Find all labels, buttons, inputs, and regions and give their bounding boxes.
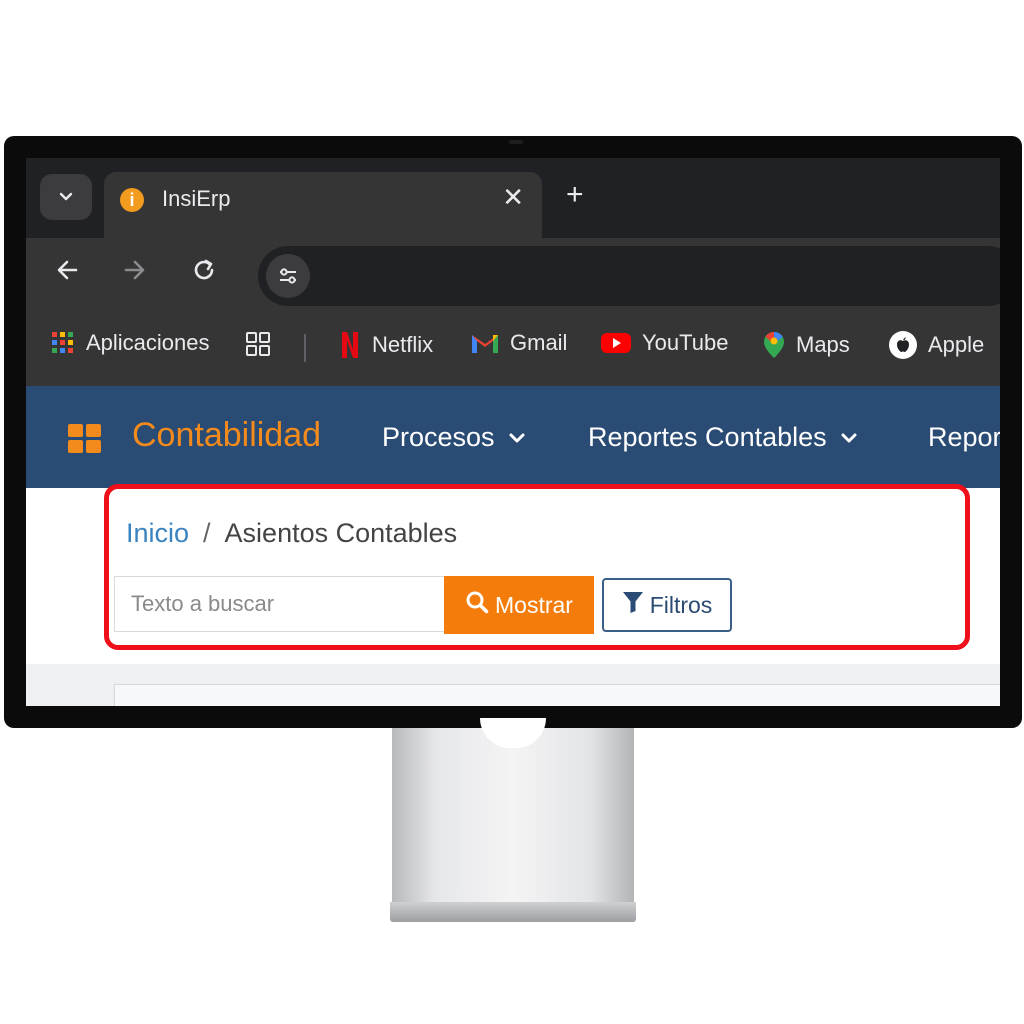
bookmark-apple[interactable]: Apple	[888, 330, 984, 360]
search-input[interactable]	[114, 576, 444, 632]
bookmark-label: YouTube	[642, 330, 729, 355]
menu-procesos[interactable]: Procesos	[382, 422, 527, 453]
show-button-label: Mostrar	[495, 591, 573, 618]
youtube-icon	[600, 331, 632, 355]
menu-reportes[interactable]: Repor	[928, 422, 1000, 453]
browser-toolbar	[26, 238, 1000, 308]
site-settings-icon[interactable]	[266, 254, 310, 298]
maps-icon	[762, 330, 786, 360]
grid-icon	[244, 330, 272, 364]
app-navbar: Contabilidad Procesos Reportes Contables…	[26, 386, 1000, 488]
tab-title: InsiErp	[162, 186, 231, 211]
reload-icon[interactable]	[190, 256, 218, 290]
menu-label: Repor	[928, 422, 1000, 452]
monitor-stand	[392, 728, 634, 906]
apps-grid-icon	[50, 330, 76, 356]
menu-reportes-contables[interactable]: Reportes Contables	[588, 422, 859, 453]
netflix-icon	[338, 330, 362, 360]
browser-tab-bar: i InsiErp ✕ +	[26, 158, 1000, 238]
monitor-stand-base	[390, 902, 636, 922]
apple-icon	[888, 330, 918, 360]
search-icon	[465, 590, 489, 620]
chevron-down-icon	[839, 428, 859, 448]
menu-label: Reportes Contables	[588, 422, 827, 452]
bookmark-youtube[interactable]: YouTube	[600, 330, 728, 356]
bookmark-gmail[interactable]: Gmail	[470, 330, 567, 356]
chevron-down-icon	[59, 192, 73, 201]
gmail-icon	[470, 331, 500, 355]
app-brand[interactable]: Contabilidad	[132, 416, 321, 455]
tab-search-button[interactable]	[40, 174, 92, 220]
filter-icon	[622, 590, 644, 620]
bookmark-aplicaciones[interactable]: Aplicaciones	[50, 330, 210, 356]
close-tab-icon[interactable]: ✕	[502, 182, 524, 213]
page-content: Inicio / Asientos Contables Mostrar Filtro…	[26, 488, 1000, 664]
forward-icon[interactable]	[120, 256, 148, 290]
screen: i InsiErp ✕ + Aplicaciones Netflix Gmail…	[26, 158, 1000, 706]
filters-button-label: Filtros	[649, 591, 713, 618]
bookmark-label: Aplicaciones	[86, 330, 210, 355]
bookmark-label: Maps	[796, 332, 850, 357]
tab-groups-button[interactable]	[244, 330, 272, 364]
bookmark-label: Netflix	[372, 332, 434, 357]
bookmarks-bar: Aplicaciones Netflix Gmail YouTube Maps …	[26, 308, 1000, 386]
address-bar[interactable]	[258, 246, 1000, 306]
bookmark-label: Gmail	[510, 330, 568, 355]
monitor-camera	[509, 140, 523, 144]
breadcrumb: Inicio / Asientos Contables	[126, 518, 457, 549]
bookmarks-divider	[304, 334, 306, 362]
filters-button[interactable]: Filtros	[602, 578, 732, 632]
back-icon[interactable]	[54, 256, 82, 290]
browser-tab[interactable]: i InsiErp ✕	[104, 172, 542, 238]
bookmark-netflix[interactable]: Netflix	[338, 330, 433, 360]
show-button[interactable]: Mostrar	[444, 576, 594, 634]
bookmark-maps[interactable]: Maps	[762, 330, 850, 360]
chevron-down-icon	[507, 428, 527, 448]
breadcrumb-separator: /	[203, 518, 211, 548]
breadcrumb-home-link[interactable]: Inicio	[126, 518, 189, 548]
new-tab-button[interactable]: +	[566, 180, 584, 210]
menu-label: Procesos	[382, 422, 495, 452]
bookmark-label: Apple	[928, 332, 985, 357]
results-table-header	[114, 684, 1000, 706]
results-area	[26, 664, 1000, 706]
app-menu-grid-icon[interactable]	[68, 424, 102, 459]
insierp-favicon-icon: i	[120, 188, 144, 212]
monitor: i InsiErp ✕ + Aplicaciones Netflix Gmail…	[4, 136, 1022, 728]
breadcrumb-current: Asientos Contables	[224, 518, 458, 548]
